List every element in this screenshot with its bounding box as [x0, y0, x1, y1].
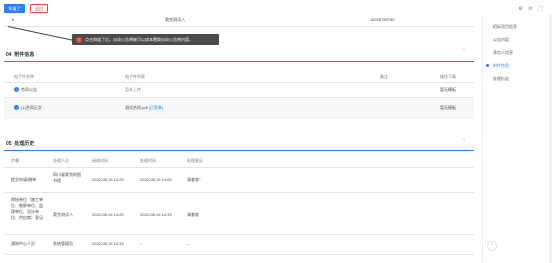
attachments-header-action: 操作下载	[440, 74, 456, 79]
history-row-divider	[4, 234, 474, 235]
warning-icon: !	[76, 36, 82, 43]
arrow-up-icon: ⌃	[489, 243, 495, 249]
sidebar-item-attachments[interactable]: 附件信息	[493, 63, 509, 69]
attachment-row-highlight	[4, 98, 474, 119]
attachment-row-action: 暂无模板	[440, 105, 456, 110]
history-row-opinion: 请查收	[187, 212, 199, 217]
history-row-divider	[4, 254, 474, 255]
attachments-header-divider	[4, 82, 474, 83]
history-header-person: 办理人员	[53, 158, 69, 163]
top-row-index: 5	[12, 17, 15, 22]
attachments-header-name: 电子件名称	[14, 74, 34, 79]
sidebar-item-contractor[interactable]: 承包人信息	[493, 50, 513, 56]
signed-tag-link[interactable]: [已签章]	[149, 105, 163, 110]
scroll-to-top-button[interactable]: ⌃	[487, 241, 497, 251]
history-row-opinion: 请查收！	[187, 177, 203, 182]
history-row-handled: 2022-08-19 14:05	[140, 177, 172, 182]
history-section-line	[4, 150, 474, 151]
attachment-row-name: i (1)合同正文	[14, 105, 42, 111]
collapse-history-icon[interactable]: ⌃	[462, 138, 466, 144]
history-row-step: 提交申请/撤单	[11, 177, 37, 182]
notice-tooltip: ! 点击知道了后，自动公告将被可以成本替换自动公告例内容。	[72, 34, 219, 45]
refresh-icon[interactable]: ⟳	[528, 6, 533, 12]
history-row-person: 四川省奥克的图书馆	[53, 172, 81, 183]
attachments-header-list: 电子件列表	[125, 74, 145, 79]
history-header-received: 接收时间	[92, 158, 108, 163]
history-row-handled: --	[140, 241, 143, 246]
history-row-step: 通知中心人员	[11, 241, 35, 246]
top-row-name: 奥克测试八	[165, 17, 185, 22]
history-row-person: 系统管理员	[53, 241, 73, 246]
attachment-row-file: 暂未上传	[125, 87, 141, 92]
history-row-received: 2022-08-19 14:33	[92, 241, 124, 246]
attachments-section-line	[4, 61, 474, 62]
collapse-attachments-icon[interactable]: ⌃	[462, 49, 466, 55]
history-row-opinion: --	[187, 241, 190, 246]
history-row-divider	[4, 192, 474, 193]
attachment-row-name: i 合同公告	[14, 87, 37, 93]
info-icon: i	[14, 87, 19, 93]
settings-icon[interactable]: ⚙	[518, 6, 523, 12]
sidebar-item-announcement[interactable]: 公告内容	[493, 37, 509, 43]
history-header-divider	[4, 167, 474, 168]
history-row-person: 奥克测试八	[53, 212, 73, 217]
tooltip-pointer	[5, 26, 77, 55]
history-section-title: 05 处理历史	[6, 141, 35, 147]
attachments-section-title: 04 附件信息	[6, 52, 35, 58]
history-row-step: 审核单位（施工单位、勘察单位、监理单位、设计单位、供应商）意见	[11, 197, 43, 220]
sidebar-active-indicator	[486, 64, 489, 67]
back-button[interactable]: 返回	[30, 4, 48, 13]
fullscreen-icon[interactable]: ⛶	[538, 6, 543, 12]
attachment-row-file[interactable]: 测试合同.pdf [已签章]	[125, 105, 163, 111]
right-panel-divider	[482, 14, 483, 263]
page-scrollbar[interactable]	[549, 14, 552, 263]
top-row-phone: 15298789780	[370, 17, 395, 22]
history-header-step: 步骤	[11, 158, 19, 163]
sidebar-item-history[interactable]: 处理历史	[493, 76, 509, 82]
info-icon: i	[14, 105, 19, 111]
row-divider	[4, 26, 474, 27]
history-header-handled: 处理时间	[140, 158, 156, 163]
attachments-header-note: 备注	[380, 74, 388, 79]
history-row-handled: 2022-08-19 14:33	[140, 212, 172, 217]
tooltip-text: 点击知道了后，自动公告将被可以成本替换自动公告例内容。	[85, 36, 193, 42]
acknowledge-button[interactable]: 知道了	[4, 4, 25, 13]
history-row-received: 2022-08-19 14:25	[92, 212, 124, 217]
history-row-received: 2022-08-19 14:25	[92, 177, 124, 182]
history-header-opinion: 处理意见	[187, 158, 203, 163]
sidebar-item-bid-project[interactable]: 招标项目信息	[493, 24, 517, 30]
attachment-row-action: 暂无模板	[440, 87, 456, 92]
